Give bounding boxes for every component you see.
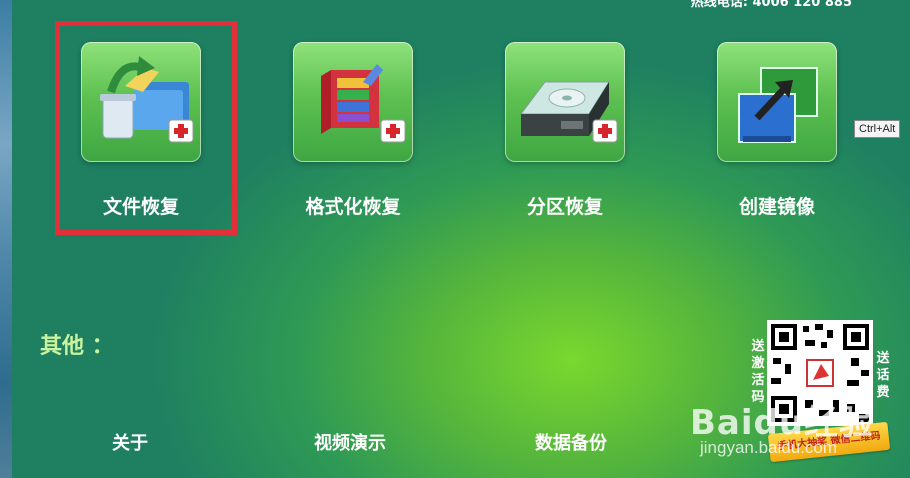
promo-phone-credit-text: 送话费 xyxy=(876,351,890,400)
about-link[interactable]: 关于 xyxy=(50,429,210,455)
create-image-button[interactable] xyxy=(717,42,837,162)
create-image-icon xyxy=(738,67,818,143)
shortcut-tooltip: Ctrl+Alt xyxy=(854,120,901,138)
partition-recovery-button[interactable] xyxy=(505,42,625,162)
baidu-watermark-url: jingyan.baidu.com xyxy=(700,438,838,457)
hotline-text: 热线电话: 4006 120 885 xyxy=(690,0,852,10)
baidu-watermark: Baidu经验 xyxy=(690,403,875,443)
format-recovery-label: 格式化恢复 xyxy=(305,196,401,218)
partition-recovery-label: 分区恢复 xyxy=(526,196,603,218)
other-section-title: 其他 ： xyxy=(40,334,114,359)
format-recovery-button[interactable] xyxy=(293,42,413,162)
create-image-label: 创建镜像 xyxy=(738,196,815,218)
desktop-background-strip xyxy=(0,0,12,478)
data-backup-link[interactable]: 数据备份 xyxy=(491,429,651,455)
video-demo-link[interactable]: 视频演示 xyxy=(270,429,430,455)
format-recovery-icon xyxy=(321,64,406,143)
partition-recovery-icon xyxy=(520,81,618,143)
red-highlight-frame xyxy=(55,21,237,235)
